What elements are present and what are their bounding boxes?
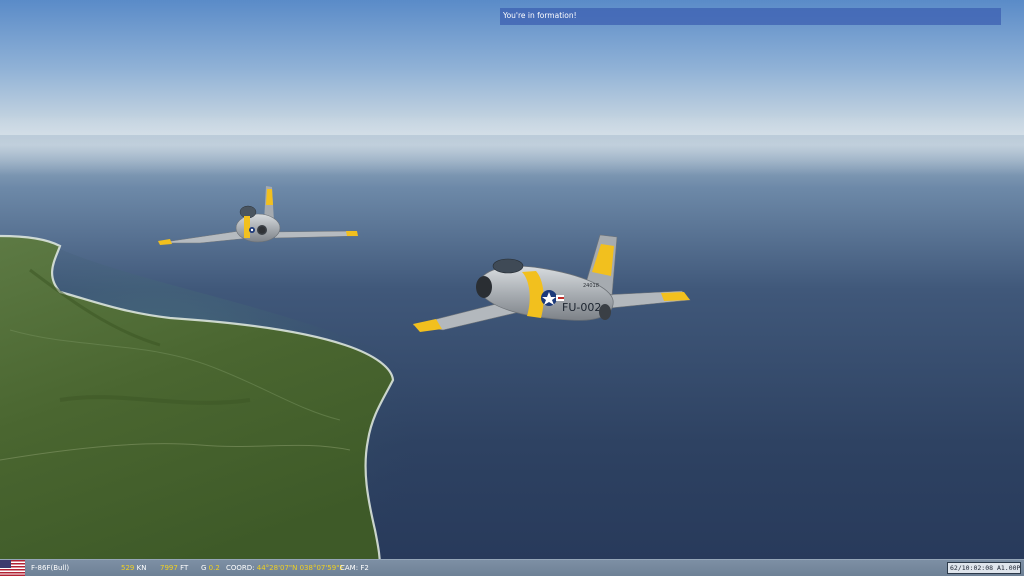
horizon-haze — [0, 115, 1024, 175]
camera-readout: CAM: F2 — [340, 564, 369, 573]
altitude-unit: FT — [180, 564, 189, 572]
lead-jet-buzz-number: FU-002 — [562, 301, 601, 314]
coord-label: COORD: — [226, 564, 255, 572]
mission-time: 62/10:02:08 A1.00P — [947, 562, 1021, 574]
airspeed-value: 529 — [121, 564, 135, 572]
cam-value: F2 — [360, 564, 369, 572]
coord-value: 44°28'07"N 038°07'59"E — [256, 564, 344, 572]
airspeed-readout: 529 KN — [121, 564, 146, 573]
us-flag-icon — [0, 560, 25, 576]
airspeed-unit: KN — [136, 564, 147, 572]
scene-canvas: FU-002 24018 — [0, 0, 1024, 576]
status-bar: F-86F(Bull) 529 KN 7997 FT G 0.2 COORD: … — [0, 559, 1024, 576]
lead-jet-tail-number: 24018 — [583, 283, 599, 289]
cam-label: CAM: — [340, 564, 359, 572]
g-label: G — [201, 564, 207, 572]
altitude-readout: 7997 FT — [160, 564, 188, 573]
altitude-value: 7997 — [160, 564, 178, 572]
g-value: 0.2 — [208, 564, 220, 572]
hud-message: You're in formation! — [500, 8, 1001, 25]
game-viewport: FU-002 24018 — [0, 0, 1024, 576]
aircraft-name: F-86F(Bull) — [31, 564, 70, 572]
coord-readout: COORD: 44°28'07"N 038°07'59"E — [226, 564, 344, 573]
g-readout: G 0.2 — [201, 564, 220, 573]
